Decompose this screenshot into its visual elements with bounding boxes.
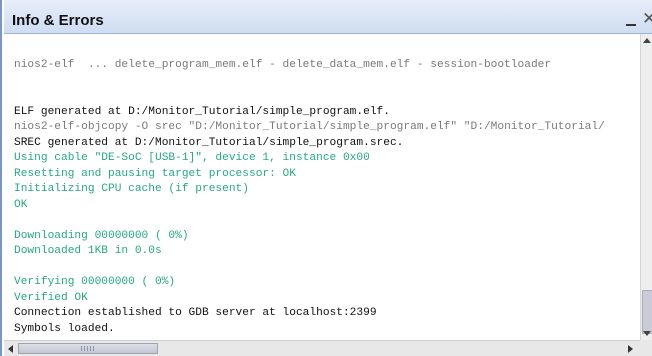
minimize-icon[interactable] [626,16,638,26]
panel-title: Info & Errors [12,12,104,29]
log-line: ELF generated at D:/Monitor_Tutorial/sim… [14,105,390,118]
log-line: Downloaded 1KB in 0.0s [14,245,162,257]
log-line: Connection established to GDB server at … [14,307,377,319]
scrollbar-corner [640,340,652,356]
vertical-scroll-thumb[interactable] [642,290,652,334]
log-line: nios2-elf-objcopy -O srec "D:/Monitor_Tu… [14,121,605,133]
arrow-right-icon[interactable] [628,345,633,353]
log-line: Verified OK [14,291,88,304]
log-line: Resetting and pausing target processor: … [14,167,296,180]
arrow-down-icon[interactable] [643,331,651,336]
vertical-scrollbar[interactable] [640,34,652,340]
scroll-grip [81,346,95,351]
log-lines: ELF generated at D:/Monitor_Tutorial/sim… [14,105,640,338]
horizontal-scroll-thumb[interactable] [18,343,158,354]
log-line: Downloading 00000000 ( 0%) [14,229,189,242]
close-icon[interactable]: ✕ [642,10,652,28]
log-line: OK [14,198,28,211]
arrow-left-icon[interactable] [8,345,13,353]
log-line: SREC generated at D:/Monitor_Tutorial/si… [14,136,404,149]
log-output[interactable]: nios2-elf ... delete_program_mem.elf - d… [4,34,640,337]
log-line-clipped: nios2-elf ... delete_program_mem.elf - d… [14,59,552,71]
log-line: Symbols loaded. [14,322,115,335]
log-line: Using cable "DE-SoC [USB-1]", device 1, … [14,152,370,164]
log-line: Initializing CPU cache (if present) [14,183,249,195]
panel-title-bar: Info & Errors ✕ [4,0,652,34]
horizontal-scrollbar[interactable] [4,340,640,356]
info-errors-panel: Info & Errors ✕ nios2-elf ... delete_pro… [0,0,652,356]
log-line: Verifying 00000000 ( 0%) [14,276,176,288]
arrow-up-icon[interactable] [643,38,651,43]
